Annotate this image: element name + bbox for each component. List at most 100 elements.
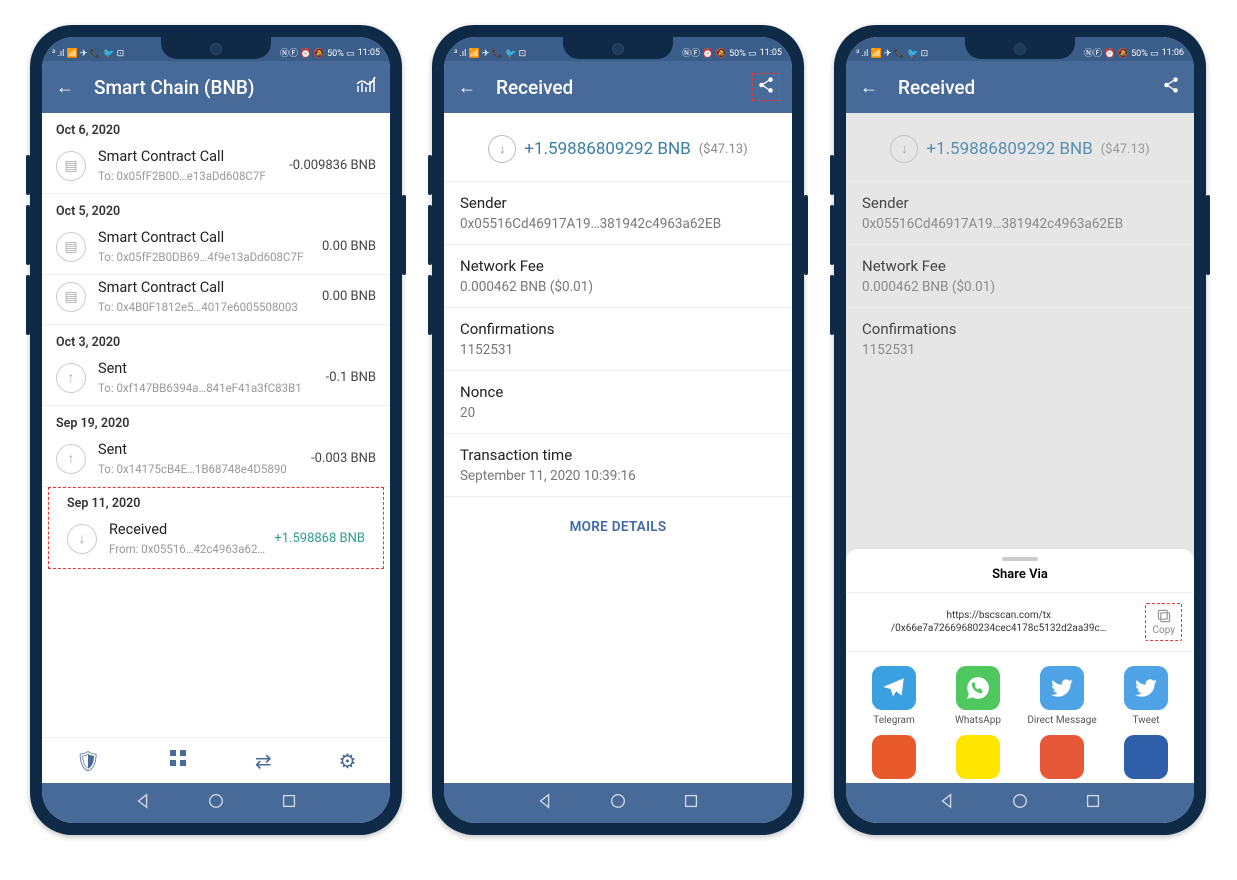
detail-sender: Sender 0x05516Cd46917A19…381942c4963a62E… <box>846 182 1194 245</box>
nav-recent-icon[interactable] <box>280 792 298 814</box>
share-apps-row: Telegram WhatsApp Direct Message <box>846 652 1194 735</box>
status-right-icons: ⓃⒻ ⏰ 🔕 50% ▭ <box>1084 46 1159 59</box>
share-link-row: https://bscscan.com/tx/0x66e7a7266968023… <box>846 593 1194 652</box>
received-icon: ↓ <box>67 524 97 554</box>
status-time: 11:05 <box>760 48 782 58</box>
detail-time[interactable]: Transaction time September 11, 2020 10:3… <box>444 434 792 497</box>
tx-title: Received <box>109 521 268 538</box>
tx-title: Smart Contract Call <box>98 229 316 246</box>
back-icon[interactable]: ← <box>56 77 74 98</box>
nav-home-icon[interactable] <box>1011 792 1029 814</box>
contract-icon: ▤ <box>56 282 86 312</box>
share-app-partial-2[interactable] <box>956 735 1000 779</box>
phone-3: ³ .ıl 📶 ✈ 📞 🐦 ⊡ ⓃⒻ ⏰ 🔕 50% ▭11:06 ← Rece… <box>834 25 1206 835</box>
share-app-partial-1[interactable] <box>872 735 916 779</box>
detail-confirmations[interactable]: Confirmations 1152531 <box>444 308 792 371</box>
receipt-hero: ↓ +1.59886809292 BNB ($47.13) <box>846 113 1194 182</box>
share-app-partial-3[interactable] <box>1040 735 1084 779</box>
nav-back-icon[interactable] <box>938 792 956 814</box>
app-bar: ← Smart Chain (BNB) <box>42 61 390 113</box>
transaction-detail-dimmed[interactable]: ↓ +1.59886809292 BNB ($47.13) Sender 0x0… <box>846 113 1194 783</box>
date-header: Oct 3, 2020 <box>42 325 390 356</box>
share-app-whatsapp[interactable]: WhatsApp <box>943 666 1013 727</box>
app-label: WhatsApp <box>955 715 1001 727</box>
transaction-list[interactable]: Oct 6, 2020 ▤ Smart Contract Call To: 0x… <box>42 113 390 737</box>
bottom-nav: 🛡 ⇄ ⚙ <box>42 737 390 783</box>
detail-nonce[interactable]: Nonce 20 <box>444 371 792 434</box>
nav-home-icon[interactable] <box>207 792 225 814</box>
page-title: Received <box>898 76 1162 99</box>
tx-address: From: 0x05516…42c4963a62EB <box>109 542 268 556</box>
share-app-dm[interactable]: Direct Message <box>1027 666 1097 727</box>
back-icon[interactable]: ← <box>458 77 476 98</box>
tx-address: To: 0x05fF2B0DB69…4f9e13aDd608C7F <box>98 250 316 264</box>
nav-recent-icon[interactable] <box>682 792 700 814</box>
page-title: Smart Chain (BNB) <box>94 76 356 99</box>
contract-icon: ▤ <box>56 151 86 181</box>
copy-button[interactable]: Copy <box>1145 603 1182 641</box>
tx-row-contract[interactable]: ▤ Smart Contract Call To: 0x4B0F1812e5…4… <box>42 275 390 325</box>
tx-row-sent[interactable]: ↑ Sent To: 0x14175cB4E…1B68748e4D5890 -0… <box>42 437 390 487</box>
tx-address: To: 0x4B0F1812e5…4017e6005508003 <box>98 300 316 314</box>
detail-value: 1152531 <box>460 342 776 358</box>
wallet-tab-icon[interactable]: 🛡 <box>75 749 100 773</box>
tx-row-sent[interactable]: ↑ Sent To: 0xf147BB6394a…841eF41a3fC83B1… <box>42 356 390 406</box>
status-left-icons: ³ .ıl 📶 ✈ 📞 🐦 ⊡ <box>454 49 526 59</box>
tx-address: To: 0xf147BB6394a…841eF41a3fC83B1 <box>98 381 320 395</box>
share-app-tweet[interactable]: Tweet <box>1111 666 1181 727</box>
hero-usd: ($47.13) <box>1101 142 1150 157</box>
tx-title: Smart Contract Call <box>98 148 283 165</box>
system-nav <box>444 783 792 823</box>
tx-title: Sent <box>98 360 320 377</box>
system-nav <box>846 783 1194 823</box>
phone-2: ³ .ıl 📶 ✈ 📞 🐦 ⊡ ⓃⒻ ⏰ 🔕 50% ▭11:05 ← Rece… <box>432 25 804 835</box>
tx-amount: -0.003 BNB <box>311 451 376 466</box>
tx-row-received[interactable]: ↓ Received From: 0x05516…42c4963a62EB +1… <box>53 517 379 566</box>
tx-title: Sent <box>98 441 305 458</box>
detail-label: Sender <box>862 194 1178 212</box>
app-label: Tweet <box>1132 715 1159 727</box>
tx-amount: -0.1 BNB <box>326 370 376 385</box>
share-app-partial-4[interactable] <box>1124 735 1168 779</box>
share-app-telegram[interactable]: Telegram <box>859 666 929 727</box>
detail-sender[interactable]: Sender 0x05516Cd46917A19…381942c4963a62E… <box>444 182 792 245</box>
share-icon[interactable] <box>752 73 780 101</box>
swap-tab-icon[interactable]: ⇄ <box>255 749 272 773</box>
sent-icon: ↑ <box>56 363 86 393</box>
detail-fee: Network Fee 0.000462 BNB ($0.01) <box>846 245 1194 308</box>
hero-amount: +1.59886809292 BNB <box>524 139 690 159</box>
detail-value: 0x05516Cd46917A19…381942c4963a62EB <box>460 216 776 232</box>
nav-recent-icon[interactable] <box>1084 792 1102 814</box>
detail-label: Nonce <box>460 383 776 401</box>
share-title: Share Via <box>846 567 1194 593</box>
detail-value: 1152531 <box>862 342 1178 358</box>
detail-fee[interactable]: Network Fee 0.000462 BNB ($0.01) <box>444 245 792 308</box>
nav-home-icon[interactable] <box>609 792 627 814</box>
share-link-text: https://bscscan.com/tx/0x66e7a7266968023… <box>858 609 1139 635</box>
tx-address: To: 0x14175cB4E…1B68748e4D5890 <box>98 462 305 476</box>
date-header: Sep 11, 2020 <box>53 490 379 517</box>
share-sheet: Share Via https://bscscan.com/tx/0x66e7a… <box>846 549 1194 783</box>
more-details-button[interactable]: MORE DETAILS <box>444 497 792 557</box>
detail-value: 0.000462 BNB ($0.01) <box>460 279 776 295</box>
tx-amount: 0.00 BNB <box>322 239 376 254</box>
share-icon[interactable] <box>1162 76 1180 98</box>
date-header: Oct 6, 2020 <box>42 113 390 144</box>
dapps-tab-icon[interactable] <box>168 748 188 773</box>
settings-tab-icon[interactable]: ⚙ <box>339 749 357 773</box>
transaction-detail: ↓ +1.59886809292 BNB ($47.13) Sender 0x0… <box>444 113 792 783</box>
status-left-icons: ³ .ıl 📶 ✈ 📞 🐦 ⊡ <box>856 49 928 59</box>
nav-back-icon[interactable] <box>134 792 152 814</box>
tx-amount: +1.598868 BNB <box>274 531 365 546</box>
back-icon[interactable]: ← <box>860 77 878 98</box>
system-nav <box>42 783 390 823</box>
tx-row-contract[interactable]: ▤ Smart Contract Call To: 0x05fF2B0DB69…… <box>42 225 390 275</box>
app-label: Direct Message <box>1027 715 1096 727</box>
tx-row-contract[interactable]: ▤ Smart Contract Call To: 0x05fF2B0D…e13… <box>42 144 390 194</box>
chart-icon[interactable] <box>356 76 376 98</box>
nav-back-icon[interactable] <box>536 792 554 814</box>
detail-label: Network Fee <box>862 257 1178 275</box>
drag-handle[interactable] <box>1002 557 1038 561</box>
app-bar: ← Received <box>846 61 1194 113</box>
detail-label: Confirmations <box>862 320 1178 338</box>
